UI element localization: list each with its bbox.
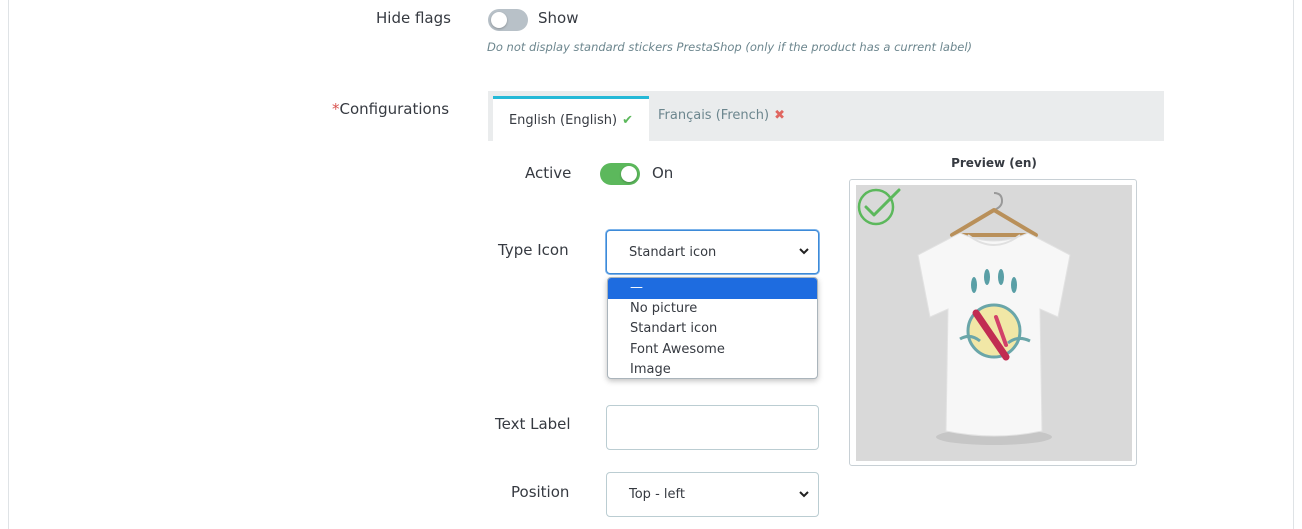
hide-flags-switch[interactable] — [488, 9, 528, 31]
tab-french-label: Français (French) — [658, 108, 770, 123]
position-selected: Top - left — [629, 487, 685, 502]
type-icon-selected: Standart icon — [629, 244, 717, 260]
active-switch[interactable] — [600, 163, 640, 185]
language-tabs: English (English) ✔ Français (French) ✖ — [488, 91, 1164, 141]
position-select[interactable]: Top - left — [606, 472, 819, 517]
active-label: Active — [525, 164, 572, 182]
type-icon-select[interactable]: Standart icon — [606, 230, 819, 274]
type-icon-label: Type Icon — [498, 241, 569, 259]
hide-flags-label: Hide flags — [376, 9, 451, 27]
position-label: Position — [511, 483, 570, 501]
tab-english-label: English (English) — [508, 112, 618, 128]
chevron-down-icon — [799, 490, 809, 497]
panel-left-border — [8, 0, 9, 529]
panel-right-border — [1293, 0, 1294, 529]
option-font-awesome[interactable]: Font Awesome — [608, 340, 817, 361]
chevron-down-icon — [799, 248, 809, 255]
check-icon: ✔ — [622, 112, 634, 128]
switch-knob — [621, 166, 637, 182]
configurations-label: *Configurations — [332, 100, 449, 118]
cross-icon: ✖ — [774, 108, 785, 123]
tab-french[interactable]: Français (French) ✖ — [658, 93, 808, 138]
text-label-label: Text Label — [495, 415, 571, 433]
hide-flags-state: Show — [538, 9, 579, 27]
required-mark: * — [332, 100, 340, 118]
option-image[interactable]: Image — [608, 360, 817, 378]
active-state: On — [652, 164, 674, 182]
preview-title: Preview (en) — [951, 156, 1037, 170]
tab-english[interactable]: English (English) ✔ — [493, 96, 649, 141]
configurations-label-text: Configurations — [339, 100, 450, 118]
option-no-picture[interactable]: No picture — [608, 299, 817, 320]
type-icon-dropdown: — No picture Standart icon Font Awesome … — [607, 277, 818, 379]
hide-flags-help: Do not display standard stickers PrestaS… — [487, 40, 972, 54]
text-label-input[interactable] — [606, 405, 819, 450]
option-standart-icon[interactable]: Standart icon — [608, 319, 817, 340]
option-none[interactable]: — — [608, 278, 817, 299]
check-circle-icon — [857, 188, 901, 226]
switch-knob — [491, 12, 507, 28]
